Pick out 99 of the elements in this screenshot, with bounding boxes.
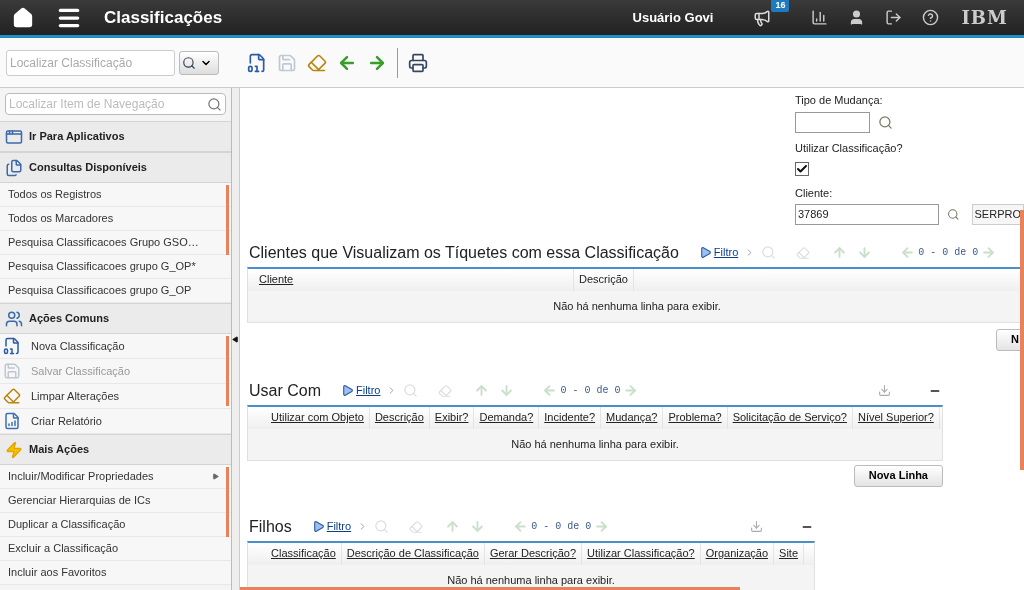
- next-page-icon[interactable]: [623, 383, 639, 398]
- next-page-icon[interactable]: [981, 245, 997, 260]
- filter-link[interactable]: Filtro: [326, 518, 352, 535]
- column-header[interactable]: Site: [774, 542, 804, 565]
- navigation-item[interactable]: Gerenciar Hierarquias de ICs: [0, 489, 231, 513]
- search-field[interactable]: Localizar Classificação: [6, 49, 175, 76]
- window-icon: [5, 127, 23, 146]
- column-header: Descrição: [574, 268, 634, 291]
- eraser-icon[interactable]: [307, 52, 327, 73]
- navigation-item[interactable]: Nova Classificação: [0, 334, 231, 359]
- new-document-icon[interactable]: [247, 52, 267, 73]
- column-header[interactable]: Exibir?: [429, 406, 475, 429]
- people-icon: [5, 309, 23, 328]
- navigation-item[interactable]: Limpar Alterações: [0, 384, 231, 409]
- navigation-item[interactable]: Incluir/Modificar Propriedades: [0, 465, 231, 489]
- pager-text: 0 - 0 de 0: [918, 246, 979, 260]
- lightning-icon: [5, 440, 23, 459]
- column-header[interactable]: Organização: [700, 542, 775, 565]
- navigation-item[interactable]: Excluir a Classificação: [0, 537, 231, 561]
- down-arrow-icon[interactable]: [499, 383, 515, 398]
- column-header[interactable]: Incidente?: [539, 406, 602, 429]
- filter-arrow-icon[interactable]: [341, 384, 354, 397]
- search-icon[interactable]: [878, 114, 893, 130]
- help-icon[interactable]: [922, 9, 940, 26]
- field-label: Cliente:: [795, 186, 834, 201]
- printer-icon[interactable]: [408, 52, 428, 73]
- logo: IBM: [961, 6, 1008, 30]
- scroll-thumb[interactable]: [226, 185, 229, 255]
- notification-count: 16: [771, 0, 790, 12]
- filter-arrow-icon[interactable]: [311, 520, 325, 533]
- column-header[interactable]: Solicitação de Serviço?: [727, 406, 853, 429]
- previous-page-icon[interactable]: [900, 245, 916, 260]
- down-arrow-icon[interactable]: [857, 245, 873, 260]
- megaphone-icon[interactable]: [753, 8, 772, 27]
- filter-arrow-icon[interactable]: [698, 246, 712, 259]
- navigation-item[interactable]: Pesquisa Classificacoes grupo G_OP*: [0, 255, 231, 279]
- client-description-field: SERPRO: [971, 203, 1024, 225]
- collapse-arrow-icon[interactable]: [232, 335, 239, 343]
- submenu-arrow-icon: [212, 473, 219, 480]
- search-icon: [182, 55, 196, 70]
- column-header[interactable]: Cliente: [254, 268, 574, 291]
- navigation-item[interactable]: Duplicar a Classificação: [0, 513, 231, 537]
- navigation-search-field[interactable]: Localizar Item de Navegação: [5, 93, 226, 115]
- field-label: Tipo de Mudança:: [795, 93, 884, 108]
- app-title: Classificações: [104, 6, 223, 29]
- column-header[interactable]: Classificação: [266, 542, 342, 565]
- eraser-icon[interactable]: [3, 387, 21, 405]
- logout-icon[interactable]: [885, 9, 903, 26]
- section-header[interactable]: Mais Ações: [0, 434, 231, 465]
- pager-text: 0 - 0 de 0: [531, 520, 592, 534]
- client-field[interactable]: 37869: [795, 203, 939, 225]
- search-menu-button[interactable]: [179, 50, 219, 75]
- section-header[interactable]: Ir Para Aplicativos: [0, 121, 231, 152]
- column-header[interactable]: Descrição: [369, 406, 430, 429]
- previous-page-icon[interactable]: [513, 519, 529, 534]
- next-page-icon[interactable]: [594, 519, 610, 534]
- horizontal-scroll-thumb[interactable]: [240, 587, 740, 590]
- section-title: Clientes que Visualizam os Tíquetes com essa Classificação: [249, 242, 679, 263]
- user-name[interactable]: Usuário Govi: [632, 7, 714, 28]
- navigation-item[interactable]: Pesquisa Classificacoes Grupo GSO…: [0, 231, 231, 255]
- column-header[interactable]: Gerar Descrição?: [484, 542, 583, 565]
- down-arrow-icon[interactable]: [470, 519, 486, 534]
- search-icon[interactable]: [947, 206, 960, 222]
- vertical-scroll-thumb[interactable]: [1020, 210, 1024, 470]
- section-title: Usar Com: [249, 380, 321, 401]
- bar-chart-icon[interactable]: [811, 9, 829, 26]
- previous-page-icon[interactable]: [542, 383, 558, 398]
- navigation-item[interactable]: Incluir aos Favoritos: [0, 561, 231, 585]
- scroll-thumb[interactable]: [226, 467, 229, 537]
- column-header[interactable]: Nível Superior?: [852, 406, 940, 429]
- empty-message: Não há nenhuma linha para exibir.: [511, 436, 679, 452]
- search-icon[interactable]: [207, 96, 222, 112]
- filter-link[interactable]: Filtro: [713, 244, 739, 261]
- documents-icon: [5, 158, 23, 177]
- new-document-icon[interactable]: [3, 337, 21, 355]
- section-title: Filhos: [249, 516, 292, 537]
- navigation-item[interactable]: Todos os Marcadores: [0, 207, 231, 231]
- download-icon[interactable]: [878, 384, 891, 397]
- section-header[interactable]: Consultas Disponíveis: [0, 152, 231, 183]
- column-header[interactable]: Demanda?: [474, 406, 540, 429]
- scroll-thumb[interactable]: [226, 336, 229, 406]
- checkbox[interactable]: [795, 162, 809, 176]
- download-icon[interactable]: [750, 520, 763, 533]
- report-icon[interactable]: [3, 412, 21, 430]
- filter-link[interactable]: Filtro: [356, 382, 381, 399]
- column-header[interactable]: Utilizar Classificação?: [582, 542, 701, 565]
- column-header[interactable]: Descrição de Classificação: [341, 542, 485, 565]
- column-header[interactable]: Mudança?: [601, 406, 664, 429]
- section-header[interactable]: Ações Comuns: [0, 303, 231, 334]
- field-label: Utilizar Classificação?: [795, 140, 904, 156]
- empty-message: Não há nenhuma linha para exibir.: [553, 298, 721, 314]
- column-header[interactable]: Utilizar com Objeto: [266, 406, 370, 429]
- home-icon[interactable]: [12, 6, 34, 29]
- pager-text: 0 - 0 de 0: [560, 384, 621, 398]
- column-header[interactable]: Problema?: [663, 406, 728, 429]
- empty-message: Não há nenhuma linha para exibir.: [447, 572, 615, 588]
- change-type-field[interactable]: [795, 111, 870, 133]
- navigation-item[interactable]: Todos os Registros: [0, 183, 231, 207]
- new-row-button[interactable]: Nova Linha: [853, 464, 943, 487]
